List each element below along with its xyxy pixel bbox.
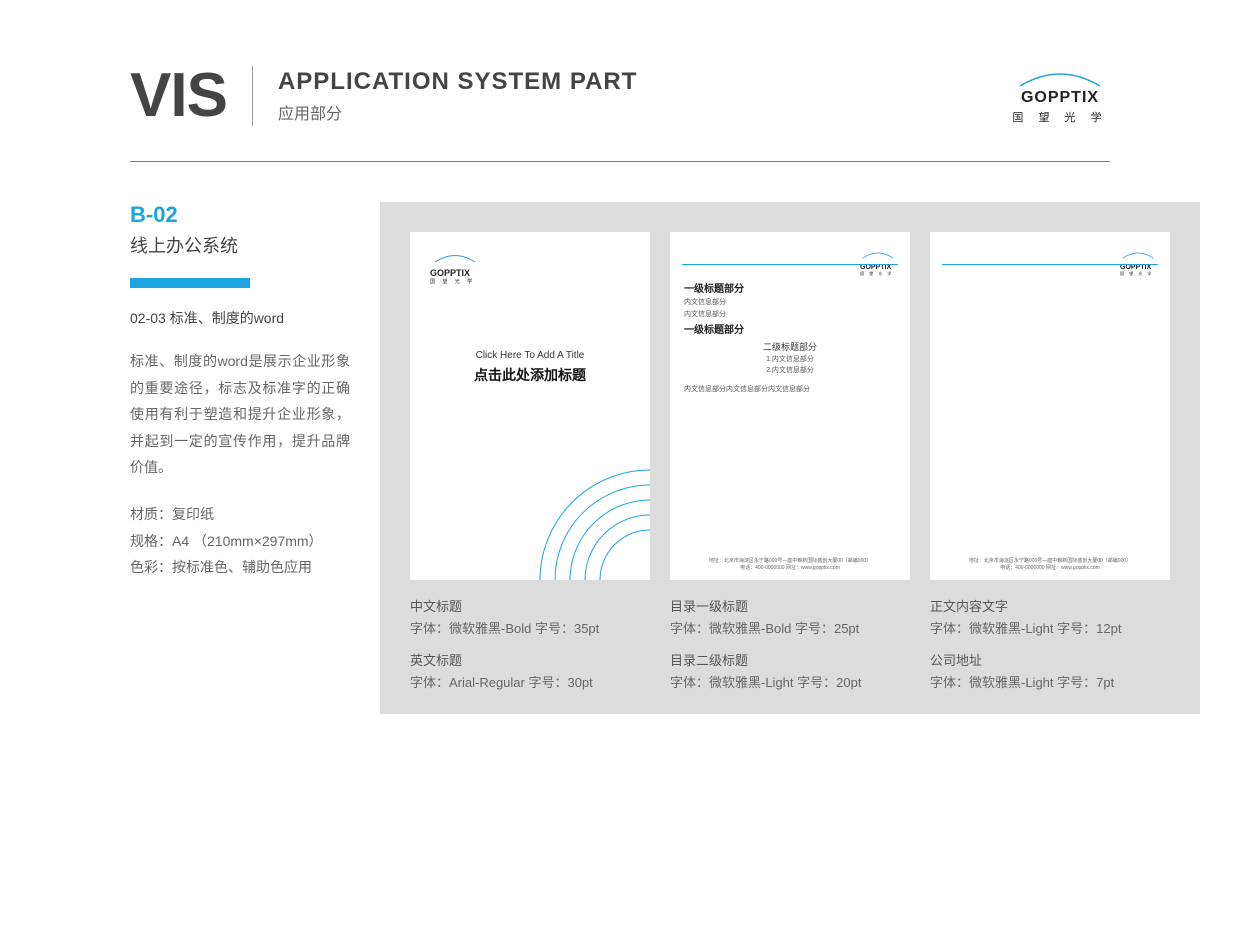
doc-title-cn: 点击此处添加标题 [410,365,650,385]
logo-name: GOPPTIX [860,264,896,271]
header-subtitle: 应用部分 [278,100,637,124]
caption-title: 正文内容文字 [930,596,1170,618]
doc-preview-toc: GOPPTIX 国 望 光 学 一级标题部分 内文信息部分 内文信息部分 一级标… [670,232,910,580]
footer-address: 地址：北京市海淀区永宁路000号—座中粮新国际盛创大厦00（邮编000） [670,558,910,565]
doc-body: 一级标题部分 内文信息部分 内文信息部分 一级标题部分 二级标题部分 1.内文信… [684,280,896,394]
logo-arc-icon [1010,70,1110,88]
preview-area: GOPPTIX 国 望 光 学 Click Here To Add A Titl… [380,202,1200,714]
logo-cn: 国 望 光 学 [1010,109,1110,125]
spec-color: 色彩：按标准色、辅助色应用 [130,554,350,581]
doc-footer: 地址：北京市海淀区永宁路000号—座中粮新国际盛创大厦00（邮编000） 电话：… [670,558,910,572]
doc-preview-body: GOPPTIX 国 望 光 学 地址：北京市海淀区永宁路000号—座中粮新国际盛… [930,232,1170,580]
logo-name: GOPPTIX [1120,264,1156,271]
caption-row: 中文标题 字体：微软雅黑-Bold 字号：35pt 英文标题 字体：Arial-… [410,596,1170,694]
left-panel: B-02 线上办公系统 02-03 标准、制度的word 标准、制度的word是… [130,202,350,714]
header-text-block: APPLICATION SYSTEM PART 应用部分 [278,68,637,124]
caption-col-3: 正文内容文字 字体：微软雅黑-Light 字号：12pt 公司地址 字体：微软雅… [930,596,1170,694]
caption-title: 中文标题 [410,596,650,618]
caption-title: 目录一级标题 [670,596,910,618]
accent-bar [130,278,250,288]
body-text: 内文信息部分内文信息部分内文信息部分 [684,384,896,394]
heading-1: 一级标题部分 [684,280,896,295]
caption-spec: 字体：微软雅黑-Bold 字号：35pt [410,618,650,640]
heading-1: 一级标题部分 [684,321,896,336]
logo-arc-icon [430,253,480,263]
header-title: APPLICATION SYSTEM PART [278,68,637,96]
footer-contact: 电话：400-0000000 网址：www.gopptix.com [930,565,1170,572]
brand-logo: GOPPTIX 国 望 光 学 [1010,70,1110,125]
caption-col-1: 中文标题 字体：微软雅黑-Bold 字号：35pt 英文标题 字体：Arial-… [410,596,650,694]
logo-cn: 国 望 光 学 [860,271,896,277]
doc-rule [942,264,1158,265]
logo-arc-icon [1120,251,1156,259]
description-paragraph: 标准、制度的word是展示企业形象的重要途径，标志及标准字的正确使用有利于塑造和… [130,348,350,481]
caption-title: 英文标题 [410,650,650,672]
caption-title: 目录二级标题 [670,650,910,672]
arc-decoration-icon [510,440,650,580]
caption-spec: 字体：Arial-Regular 字号：30pt [410,672,650,694]
document-row: GOPPTIX 国 望 光 学 Click Here To Add A Titl… [410,232,1170,580]
list-item: 2.内文信息部分 [684,366,896,377]
divider [252,66,253,126]
caption-spec: 字体：微软雅黑-Light 字号：7pt [930,672,1170,694]
spec-size: 规格：A4 （210mm×297mm） [130,528,350,555]
logo-name: GOPPTIX [430,268,480,278]
subsection-code: 02-03 标准、制度的word [130,308,350,328]
section-code: B-02 [130,202,350,228]
logo-cn: 国 望 光 学 [1120,271,1156,277]
doc-footer: 地址：北京市海淀区永宁路000号—座中粮新国际盛创大厦00（邮编000） 电话：… [930,558,1170,572]
doc-preview-cover: GOPPTIX 国 望 光 学 Click Here To Add A Titl… [410,232,650,580]
main-content: B-02 线上办公系统 02-03 标准、制度的word 标准、制度的word是… [0,162,1240,714]
caption-spec: 字体：微软雅黑-Light 字号：20pt [670,672,910,694]
section-title: 线上办公系统 [130,232,350,258]
logo-arc-icon [860,251,896,259]
doc-logo: GOPPTIX 国 望 光 学 [860,246,896,277]
doc-logo: GOPPTIX 国 望 光 学 [1120,246,1156,277]
body-text: 内文信息部分 [684,297,896,307]
doc-rule [682,264,898,265]
spec-material: 材质：复印纸 [130,501,350,528]
caption-title: 公司地址 [930,650,1170,672]
doc-logo: GOPPTIX 国 望 光 学 [430,250,480,285]
logo-cn: 国 望 光 学 [430,278,480,285]
doc-title-en: Click Here To Add A Title [410,350,650,361]
footer-address: 地址：北京市海淀区永宁路000号—座中粮新国际盛创大厦00（邮编000） [930,558,1170,565]
body-text: 内文信息部分 [684,309,896,319]
logo-name: GOPPTIX [1010,89,1110,107]
caption-spec: 字体：微软雅黑-Bold 字号：25pt [670,618,910,640]
footer-contact: 电话：400-0000000 网址：www.gopptix.com [670,565,910,572]
caption-spec: 字体：微软雅黑-Light 字号：12pt [930,618,1170,640]
list-item: 1.内文信息部分 [684,355,896,366]
caption-col-2: 目录一级标题 字体：微软雅黑-Bold 字号：25pt 目录二级标题 字体：微软… [670,596,910,694]
heading-2: 二级标题部分 [684,340,896,353]
vis-label: VIS [130,60,227,131]
